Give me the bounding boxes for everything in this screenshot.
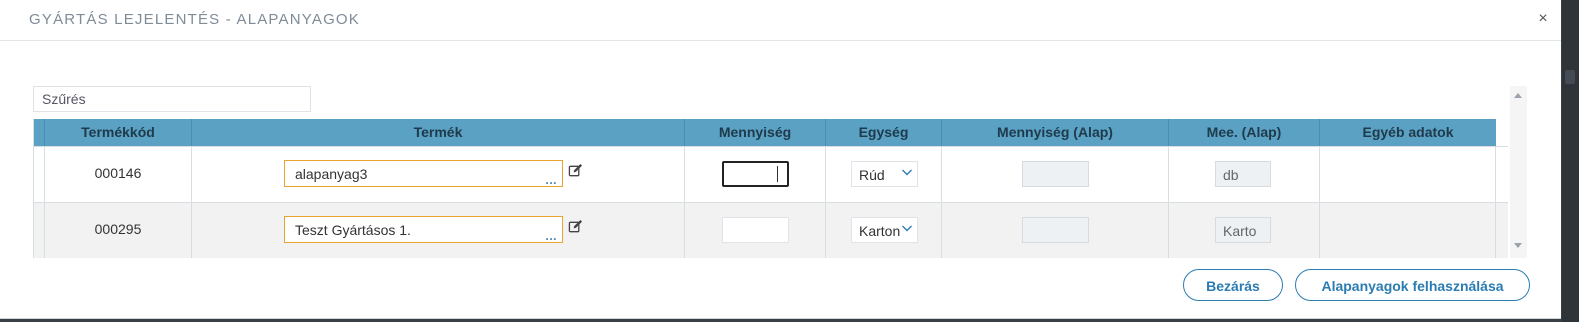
unit-select[interactable]: Rúd [851, 161, 918, 187]
other-data-cell [1320, 147, 1496, 202]
base-quantity-cell [942, 203, 1169, 258]
product-lookup-field[interactable]: alapanyag3 ... [284, 160, 563, 187]
base-quantity-field [1022, 161, 1089, 187]
background-icon [1565, 70, 1575, 84]
text-caret [777, 166, 778, 182]
scroll-up-arrow-icon[interactable] [1514, 93, 1522, 98]
scroll-down-arrow-icon[interactable] [1514, 243, 1522, 248]
column-header-code[interactable]: Termékkód [45, 119, 192, 146]
base-quantity-cell [942, 147, 1169, 202]
edit-icon[interactable] [568, 219, 583, 234]
table-row[interactable]: 000295 Teszt Gyártásos 1. ... Karton Kar… [34, 202, 1508, 258]
other-data-cell [1320, 203, 1496, 258]
code-cell: 000146 [45, 147, 192, 202]
edit-icon[interactable] [568, 163, 583, 178]
product-cell: Teszt Gyártásos 1. ... [192, 203, 685, 258]
dialog-header: GYÁRTÁS LEJELENTÉS - ALAPANYAGOK × [0, 0, 1561, 41]
base-unit-cell: db [1169, 147, 1320, 202]
unit-value: Karton [859, 223, 901, 239]
product-code: 000295 [94, 221, 142, 237]
base-unit-value: db [1223, 167, 1239, 183]
dialog-title: GYÁRTÁS LEJELENTÉS - ALAPANYAGOK [29, 11, 361, 28]
product-lookup-field[interactable]: Teszt Gyártásos 1. ... [284, 216, 563, 243]
close-icon[interactable]: × [1535, 10, 1551, 28]
unit-select[interactable]: Karton [851, 217, 918, 243]
product-code: 000146 [94, 165, 142, 181]
header-spacer [34, 119, 45, 146]
product-cell: alapanyag3 ... [192, 147, 685, 202]
quantity-input[interactable] [722, 217, 789, 243]
vertical-scrollbar[interactable] [1510, 86, 1527, 258]
column-header-base-quantity[interactable]: Mennyiség (Alap) [942, 119, 1169, 146]
filter-input[interactable] [33, 86, 311, 112]
base-unit-field: Karto [1215, 217, 1271, 243]
column-header-other[interactable]: Egyéb adatok [1320, 119, 1496, 146]
chevron-down-icon [901, 222, 913, 234]
code-cell: 000295 [45, 203, 192, 258]
quantity-cell [685, 147, 826, 202]
close-button[interactable]: Bezárás [1183, 269, 1283, 301]
base-unit-value: Karto [1223, 223, 1257, 239]
column-header-quantity[interactable]: Mennyiség [685, 119, 826, 146]
product-name: Teszt Gyártásos 1. [295, 222, 411, 238]
table-row[interactable]: 000146 alapanyag3 ... Rúd db [34, 146, 1508, 202]
grid-header: Termékkód Termék Mennyiség Egység Mennyi… [34, 119, 1496, 146]
base-unit-cell: Karto [1169, 203, 1320, 258]
unit-value: Rúd [859, 167, 885, 183]
quantity-cell [685, 203, 826, 258]
lookup-dots-icon[interactable]: ... [545, 174, 557, 186]
product-name: alapanyag3 [295, 166, 368, 182]
row-selector[interactable] [34, 203, 45, 258]
base-quantity-field [1022, 217, 1089, 243]
materials-grid: Termékkód Termék Mennyiség Egység Mennyi… [33, 119, 1508, 258]
column-header-base-unit[interactable]: Mee. (Alap) [1169, 119, 1320, 146]
use-materials-button[interactable]: Alapanyagok felhasználása [1295, 269, 1530, 301]
base-unit-field: db [1215, 161, 1271, 187]
text-caret-area [722, 161, 789, 187]
background-window-edge [1562, 0, 1579, 322]
production-report-dialog: GYÁRTÁS LEJELENTÉS - ALAPANYAGOK × Termé… [0, 0, 1561, 319]
column-header-unit[interactable]: Egység [826, 119, 942, 146]
row-selector[interactable] [34, 147, 45, 202]
unit-cell: Karton [826, 203, 942, 258]
lookup-dots-icon[interactable]: ... [545, 230, 557, 242]
column-header-product[interactable]: Termék [192, 119, 685, 146]
chevron-down-icon [901, 166, 913, 178]
unit-cell: Rúd [826, 147, 942, 202]
